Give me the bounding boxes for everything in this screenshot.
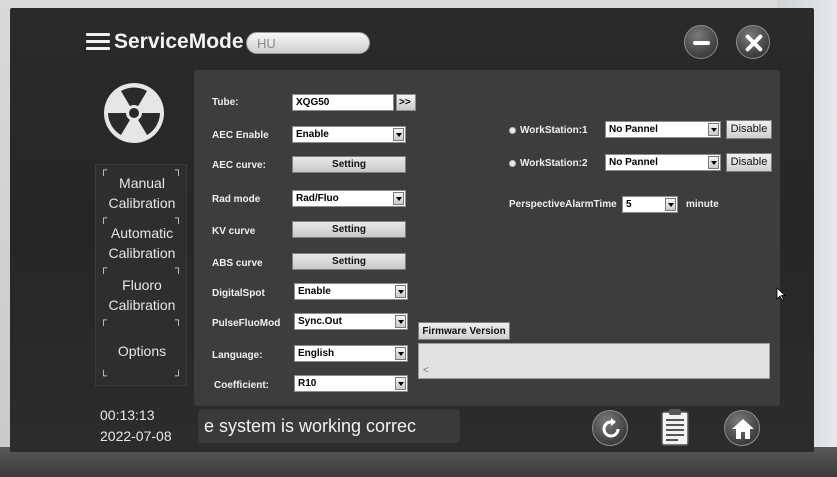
alarm-time-label: PerspectiveAlarmTime [509, 199, 617, 210]
clock-date: 2022-07-08 [100, 428, 172, 444]
minimize-button[interactable] [684, 25, 718, 59]
rad-mode-select[interactable]: Rad/Fluo [292, 190, 406, 207]
workstation-2-disable-button[interactable]: Disable [726, 153, 772, 172]
chevron-down-icon [665, 198, 676, 211]
tube-input[interactable]: XQG50 [292, 94, 394, 111]
coefficient-value: R10 [298, 378, 317, 389]
sidebar-item-manual-calibration[interactable]: Manual Calibration [96, 173, 188, 213]
firmware-version-button[interactable]: Firmware Version [418, 322, 510, 340]
abs-curve-label: ABS curve [212, 258, 263, 269]
workstation-1-select[interactable]: No Pannel [605, 121, 721, 138]
mouse-cursor-icon [776, 287, 786, 301]
workstation-2-label: WorkStation:2 [520, 158, 588, 169]
rad-mode-value: Rad/Fluo [296, 193, 339, 204]
radiation-icon [104, 83, 164, 143]
chevron-down-icon [708, 156, 719, 169]
scroll-left-icon[interactable]: < [423, 365, 429, 376]
close-button[interactable] [736, 25, 770, 59]
digital-spot-label: DigitalSpot [212, 288, 265, 299]
sidebar-item-label: Options [117, 343, 167, 359]
sidebar-item-options[interactable]: Options [96, 341, 188, 361]
sidebar-item-label: Automatic [110, 225, 174, 241]
workstation-1-radio[interactable] [509, 127, 516, 134]
sidebar-item-label: Calibration [108, 297, 176, 313]
kv-curve-setting-button[interactable]: Setting [292, 221, 406, 238]
chevron-down-icon [708, 123, 719, 136]
sidebar-item-label: Calibration [108, 195, 176, 211]
digital-spot-select[interactable]: Enable [294, 283, 408, 300]
sidebar-item-label: Fluoro [122, 277, 162, 293]
aec-curve-label: AEC curve: [212, 160, 266, 171]
menu-icon[interactable] [86, 32, 110, 52]
abs-curve-setting-button[interactable]: Setting [292, 253, 406, 270]
rad-mode-label: Rad mode [212, 194, 261, 205]
tube-next-button[interactable]: >> [396, 94, 416, 111]
title-bar: ServiceMode HU [78, 22, 778, 62]
chevron-down-icon [393, 128, 404, 141]
sidebar-item-automatic-calibration[interactable]: Automatic Calibration [96, 223, 188, 263]
firmware-version-output: < [418, 343, 770, 379]
sidebar-item-fluoro-calibration[interactable]: Fluoro Calibration [96, 275, 188, 315]
pulse-fluo-value: Sync.Out [298, 316, 342, 327]
coefficient-label: Coefficient: [214, 380, 269, 391]
clock-time: 00:13:13 [100, 407, 155, 423]
chevron-down-icon [395, 347, 406, 360]
aec-enable-label: AEC Enable [212, 130, 269, 141]
chevron-down-icon [395, 285, 406, 298]
workstation-1-disable-button[interactable]: Disable [726, 120, 772, 139]
language-select[interactable]: English [294, 345, 408, 362]
refresh-button[interactable] [592, 410, 628, 446]
tube-label: Tube: [212, 97, 239, 108]
sidebar-item-label: Manual [119, 175, 165, 191]
aec-enable-value: Enable [296, 129, 329, 140]
kv-curve-label: KV curve [212, 226, 256, 237]
aec-enable-select[interactable]: Enable [292, 126, 406, 143]
alarm-time-select[interactable]: 5 [622, 196, 678, 213]
workstation-2-value: No Pannel [609, 157, 658, 168]
language-label: Language: [212, 350, 263, 361]
workstation-2-radio[interactable] [509, 160, 516, 167]
clipboard-icon[interactable] [660, 408, 690, 446]
chevron-down-icon [395, 315, 406, 328]
chevron-down-icon [395, 377, 406, 390]
refresh-icon [602, 418, 620, 438]
pulse-fluo-select[interactable]: Sync.Out [294, 313, 408, 330]
home-icon [732, 419, 754, 439]
status-message: e system is working correc [198, 409, 460, 443]
home-button[interactable] [724, 410, 760, 446]
aec-curve-setting-button[interactable]: Setting [292, 156, 406, 173]
pulse-fluo-label: PulseFluoMod [212, 318, 281, 329]
sidebar-item-label: Calibration [108, 245, 176, 261]
app-title: ServiceMode [114, 30, 244, 53]
digital-spot-value: Enable [298, 286, 331, 297]
chevron-down-icon [393, 192, 404, 205]
language-value: English [298, 348, 335, 359]
alarm-time-value: 5 [626, 199, 632, 210]
coefficient-select[interactable]: R10 [294, 375, 408, 392]
workstation-1-value: No Pannel [609, 124, 658, 135]
hu-field[interactable]: HU [246, 32, 370, 54]
sidebar: ┌ ┐ Manual Calibration ┌ ┐ Automatic Calib… [95, 164, 187, 386]
alarm-time-unit: minute [686, 199, 719, 210]
workstation-2-select[interactable]: No Pannel [605, 154, 721, 171]
workstation-1-label: WorkStation:1 [520, 125, 588, 136]
